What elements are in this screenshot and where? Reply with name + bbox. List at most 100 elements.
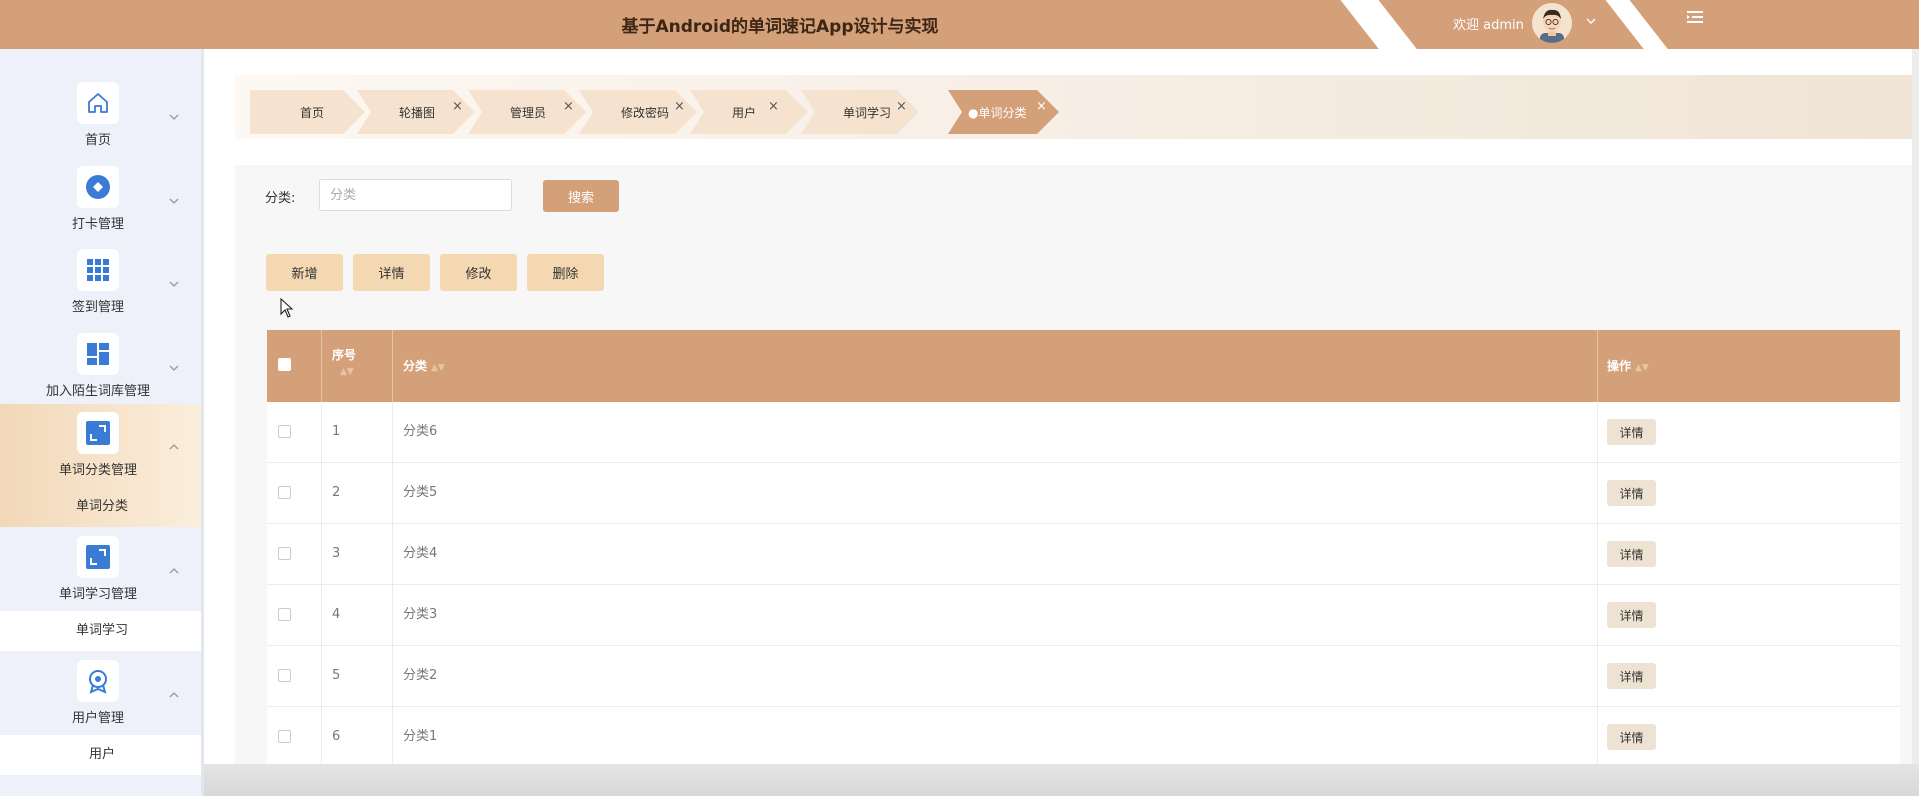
chevron-up-icon — [168, 686, 180, 698]
row-checkbox[interactable] — [278, 486, 291, 499]
tab-change-password[interactable]: 修改密码 × — [579, 90, 697, 134]
avatar[interactable] — [1532, 3, 1572, 43]
sidebar-subitem-word-category[interactable]: 单词分类 — [0, 487, 201, 527]
table-row[interactable]: 5 分类2 详情 — [267, 646, 1900, 707]
award-icon — [77, 660, 119, 702]
table-row[interactable]: 2 分类5 详情 — [267, 463, 1900, 524]
table-row[interactable]: 1 分类6 详情 — [267, 402, 1900, 463]
row-category: 分类5 — [403, 485, 438, 500]
table-row[interactable]: 4 分类3 详情 — [267, 585, 1900, 646]
row-index: 3 — [332, 546, 341, 561]
sidebar-item-label: 打卡管理 — [71, 217, 124, 232]
expand-icon — [77, 412, 119, 454]
row-index: 6 — [332, 729, 341, 744]
column-header-category[interactable]: 分类 ▲▼ — [403, 330, 445, 402]
sidebar-item-label: 签到管理 — [71, 300, 124, 315]
close-icon[interactable]: × — [563, 99, 574, 114]
row-category: 分类4 — [403, 546, 438, 561]
edit-button[interactable]: 修改 — [440, 254, 517, 291]
select-all-checkbox[interactable] — [278, 358, 291, 371]
user-menu-chevron-icon[interactable] — [1585, 15, 1597, 30]
table-row[interactable]: 6 分类1 详情 — [267, 707, 1900, 768]
category-search-input[interactable] — [319, 179, 512, 211]
row-category: 分类6 — [403, 424, 438, 439]
chevron-down-icon — [168, 359, 180, 371]
home-icon — [77, 82, 119, 124]
tab-word-category[interactable]: ●单词分类 × — [948, 90, 1059, 134]
row-checkbox[interactable] — [278, 608, 291, 621]
sidebar-item-word-study[interactable]: 单词学习管理 — [0, 528, 201, 612]
sidebar-item-vocab[interactable]: 加入陌生词库管理 — [0, 325, 201, 409]
search-button[interactable]: 搜索 — [543, 180, 619, 212]
dashboard-icon — [77, 333, 119, 375]
row-category: 分类2 — [403, 668, 438, 683]
mouse-cursor-icon — [280, 297, 294, 318]
row-detail-button[interactable]: 详情 — [1607, 541, 1656, 567]
row-category: 分类3 — [403, 607, 438, 622]
select-all-cell — [267, 330, 321, 402]
sidebar-item-label: 单词分类管理 — [58, 463, 137, 478]
row-checkbox[interactable] — [278, 730, 291, 743]
chevron-down-icon — [168, 275, 180, 287]
close-icon[interactable]: × — [452, 99, 463, 114]
scrollbar[interactable] — [1912, 49, 1919, 764]
tab-home[interactable]: 首页 — [250, 90, 365, 134]
row-checkbox[interactable] — [278, 425, 291, 438]
sidebar: 首页 打卡管理 签到管理 加入陌生词库管理 单词分类管理 单词分类 单词学习管理… — [0, 49, 204, 796]
sidebar-item-label: 加入陌生词库管理 — [45, 384, 150, 399]
chevron-down-icon — [168, 108, 180, 120]
row-index: 5 — [332, 668, 341, 683]
tab-word-study[interactable]: 单词学习 × — [801, 90, 919, 134]
close-icon[interactable]: × — [768, 99, 779, 114]
sidebar-item-signin[interactable]: 签到管理 — [0, 241, 201, 325]
tab-carousel[interactable]: 轮播图 × — [357, 90, 475, 134]
row-detail-button[interactable]: 详情 — [1607, 480, 1656, 506]
bottom-shade — [204, 764, 1919, 796]
avatar-face-icon — [1540, 9, 1564, 43]
row-checkbox[interactable] — [278, 669, 291, 682]
delete-button[interactable]: 删除 — [527, 254, 604, 291]
row-category: 分类1 — [403, 729, 438, 744]
sidebar-item-home[interactable]: 首页 — [0, 74, 201, 158]
row-index: 1 — [332, 424, 341, 439]
welcome-text: 欢迎 admin — [1453, 18, 1524, 33]
row-detail-button[interactable]: 详情 — [1607, 663, 1656, 689]
menu-toggle-icon[interactable] — [1685, 8, 1705, 28]
table-row[interactable]: 3 分类4 详情 — [267, 524, 1900, 585]
row-detail-button[interactable]: 详情 — [1607, 724, 1656, 750]
sidebar-item-label: 首页 — [84, 133, 111, 148]
row-detail-button[interactable]: 详情 — [1607, 602, 1656, 628]
close-icon[interactable]: × — [674, 99, 685, 114]
table-header: 序号 ▲▼ 分类 ▲▼ 操作 ▲▼ — [267, 330, 1900, 402]
row-checkbox[interactable] — [278, 547, 291, 560]
chevron-up-icon — [168, 438, 180, 450]
row-index: 4 — [332, 607, 341, 622]
expand-icon — [77, 536, 119, 578]
sort-icon: ▲▼ — [340, 367, 354, 377]
sidebar-subitem-word-study[interactable]: 单词学习 — [0, 611, 201, 651]
sidebar-item-label: 用户管理 — [71, 711, 124, 726]
grid-icon — [77, 249, 119, 291]
chevron-down-icon — [168, 192, 180, 204]
sort-icon: ▲▼ — [1635, 363, 1649, 373]
close-icon[interactable]: × — [896, 99, 907, 114]
sidebar-item-label: 单词学习管理 — [58, 587, 137, 602]
search-label: 分类: — [265, 191, 296, 206]
sidebar-item-checkin[interactable]: 打卡管理 — [0, 158, 201, 242]
app-title: 基于Android的单词速记App设计与实现 — [621, 17, 939, 37]
close-icon[interactable]: × — [1036, 99, 1047, 114]
sidebar-item-word-category[interactable]: 单词分类管理 — [0, 404, 201, 488]
tab-user[interactable]: 用户 × — [690, 90, 808, 134]
sidebar-subitem-users[interactable]: 用户 — [0, 735, 201, 775]
column-header-index[interactable]: 序号 ▲▼ — [332, 346, 356, 377]
tab-bar: 首页 轮播图 × 管理员 × 修改密码 × 用户 × 单词学习 × ●单词分类 … — [235, 75, 1919, 139]
sidebar-item-users[interactable]: 用户管理 — [0, 652, 201, 736]
chevron-up-icon — [168, 562, 180, 574]
tab-admin[interactable]: 管理员 × — [468, 90, 586, 134]
diamond-circle-icon — [77, 166, 119, 208]
detail-button[interactable]: 详情 — [353, 254, 430, 291]
add-button[interactable]: 新增 — [266, 254, 343, 291]
sort-icon: ▲▼ — [431, 363, 445, 373]
column-header-operation[interactable]: 操作 ▲▼ — [1607, 330, 1649, 402]
row-detail-button[interactable]: 详情 — [1607, 419, 1656, 445]
